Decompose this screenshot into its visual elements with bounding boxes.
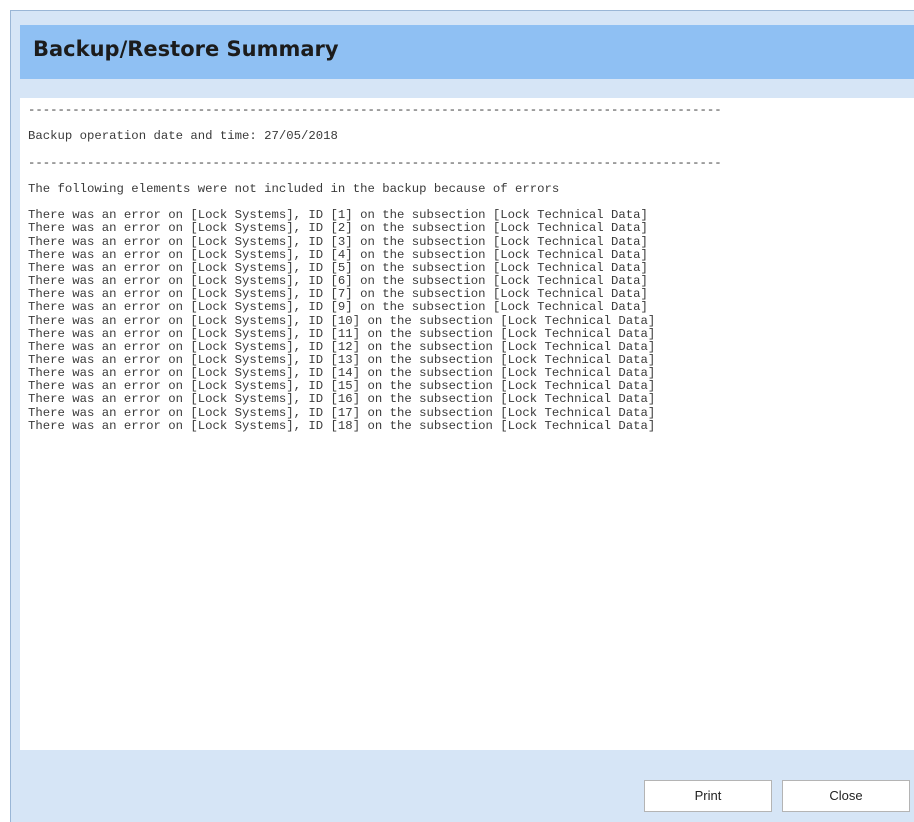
dialog-title: Backup/Restore Summary: [33, 37, 339, 61]
error-line: There was an error on [Lock Systems], ID…: [28, 326, 656, 341]
separator-line: ----------------------------------------…: [28, 155, 722, 170]
error-line: There was an error on [Lock Systems], ID…: [28, 418, 656, 433]
error-line: There was an error on [Lock Systems], ID…: [28, 366, 656, 381]
error-line: There was an error on [Lock Systems], ID…: [28, 234, 648, 249]
error-line: There was an error on [Lock Systems], ID…: [28, 260, 648, 275]
dialog-header: Backup/Restore Summary: [20, 25, 914, 79]
error-line: There was an error on [Lock Systems], ID…: [28, 339, 656, 354]
summary-text-area[interactable]: ----------------------------------------…: [20, 98, 914, 750]
backup-restore-summary-dialog: Backup/Restore Summary -----------------…: [10, 10, 914, 822]
error-line: There was an error on [Lock Systems], ID…: [28, 221, 648, 236]
summary-content: ----------------------------------------…: [20, 98, 914, 433]
separator-line: ----------------------------------------…: [28, 103, 722, 117]
error-line: There was an error on [Lock Systems], ID…: [28, 379, 656, 394]
error-line: There was an error on [Lock Systems], ID…: [28, 405, 656, 420]
error-line: There was an error on [Lock Systems], ID…: [28, 300, 648, 315]
error-line: There was an error on [Lock Systems], ID…: [28, 274, 648, 289]
error-line: There was an error on [Lock Systems], ID…: [28, 313, 656, 328]
print-button[interactable]: Print: [644, 780, 772, 812]
error-line: There was an error on [Lock Systems], ID…: [28, 208, 648, 223]
backup-date-line: Backup operation date and time: 27/05/20…: [28, 129, 338, 144]
error-line: There was an error on [Lock Systems], ID…: [28, 287, 648, 302]
errors-intro-line: The following elements were not included…: [28, 181, 560, 196]
error-line: There was an error on [Lock Systems], ID…: [28, 392, 656, 407]
error-line: There was an error on [Lock Systems], ID…: [28, 247, 648, 262]
error-line: There was an error on [Lock Systems], ID…: [28, 352, 656, 367]
close-button[interactable]: Close: [782, 780, 910, 812]
